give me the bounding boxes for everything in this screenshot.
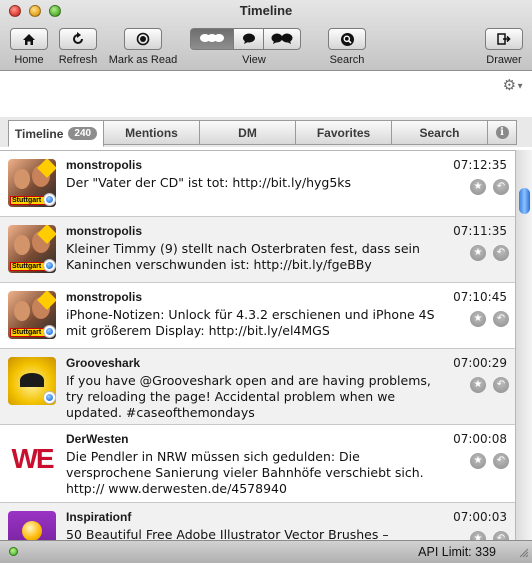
timeline-count-badge: 240 <box>68 127 98 140</box>
tweet-actions: ★ ↶ <box>470 311 509 327</box>
inspirationf-avatar[interactable] <box>8 511 56 541</box>
tab-dm[interactable]: DM <box>199 120 296 145</box>
tab-search[interactable]: Search <box>391 120 488 145</box>
timeline-scrollbar[interactable] <box>515 150 532 540</box>
tweet-text: If you have @Grooveshark open and are ha… <box>66 373 431 420</box>
tweet-time: 07:00:29 <box>453 356 507 370</box>
tweet-time: 07:12:35 <box>453 158 507 172</box>
scrollbar-thumb[interactable] <box>519 188 530 214</box>
view-single-button[interactable] <box>233 28 264 50</box>
tab-mentions[interactable]: Mentions <box>103 120 200 145</box>
view-conversation-button[interactable] <box>263 28 301 50</box>
app-window: Timeline Home Refresh Mark as Read View … <box>0 0 532 563</box>
multi-bubble-icon <box>200 34 224 42</box>
tweet-time: 07:00:03 <box>453 510 507 524</box>
reply-icon[interactable]: ↶ <box>493 377 509 393</box>
tab-mentions-label: Mentions <box>125 125 178 140</box>
tweet-username[interactable]: Grooveshark <box>66 356 140 370</box>
tab-dm-label: DM <box>238 125 257 140</box>
timeline-list: Stuttgart 21 monstropolis 07:12:35 Der "… <box>0 150 515 541</box>
unread-dot-icon <box>44 194 55 205</box>
tweet-row[interactable]: Grooveshark 07:00:29 If you have @Groove… <box>0 349 515 425</box>
compose-area[interactable]: ⚙▼ <box>0 71 532 117</box>
tweet-username[interactable]: monstropolis <box>66 224 142 238</box>
window-title: Timeline <box>239 3 293 18</box>
settings-menu-button[interactable]: ⚙▼ <box>503 76 524 94</box>
mark-read-icon <box>136 32 150 46</box>
unread-dot-icon <box>44 326 55 337</box>
search-icon <box>340 32 354 46</box>
tweet-time: 07:11:35 <box>453 224 507 238</box>
tweet-username[interactable]: monstropolis <box>66 158 142 172</box>
drawer-icon <box>497 33 511 45</box>
tweet-time: 07:10:45 <box>453 290 507 304</box>
mark-as-read-label: Mark as Read <box>108 54 178 66</box>
home-icon <box>23 33 35 45</box>
refresh-label: Refresh <box>58 54 98 66</box>
tab-timeline[interactable]: Timeline 240 <box>8 120 104 147</box>
tweet-row[interactable]: Stuttgart 21 monstropolis 07:11:35 Klein… <box>0 217 515 283</box>
tweet-username[interactable]: DerWesten <box>66 432 128 446</box>
tweet-actions: ★ ↶ <box>470 453 509 469</box>
favorite-star-icon[interactable]: ★ <box>470 453 486 469</box>
gear-icon: ⚙ <box>502 77 517 94</box>
reply-icon[interactable]: ↶ <box>493 245 509 261</box>
tab-favorites-label: Favorites <box>316 125 371 140</box>
home-label: Home <box>14 54 44 66</box>
tweet-row[interactable]: Stuttgart 21 monstropolis 07:12:35 Der "… <box>0 151 515 217</box>
conversation-icon <box>271 33 293 44</box>
tweet-username[interactable]: monstropolis <box>66 290 142 304</box>
reply-icon[interactable]: ↶ <box>493 453 509 469</box>
drawer-label: Drawer <box>486 54 522 66</box>
view-all-button[interactable] <box>190 28 234 50</box>
tab-timeline-label: Timeline <box>14 126 64 141</box>
tweet-row[interactable]: Stuttgart 21 monstropolis 07:10:45 iPhon… <box>0 283 515 349</box>
tweet-row[interactable]: WE DerWesten 07:00:08 Die Pendler in NRW… <box>0 425 515 503</box>
tab-info[interactable]: i <box>487 120 517 145</box>
favorite-star-icon[interactable]: ★ <box>470 311 486 327</box>
view-label: View <box>242 54 266 66</box>
reply-icon[interactable]: ↶ <box>493 311 509 327</box>
tweet-actions: ★ ↶ <box>470 377 509 393</box>
search-button[interactable] <box>328 28 366 50</box>
tweet-text: Kleiner Timmy (9) stellt nach Osterbrate… <box>66 241 420 272</box>
drawer-button[interactable] <box>485 28 523 50</box>
speech-bubble-icon <box>242 33 255 44</box>
refresh-icon <box>73 32 83 44</box>
favorite-star-icon[interactable]: ★ <box>470 179 486 195</box>
info-icon: i <box>495 126 509 139</box>
title-bar: Timeline Home Refresh Mark as Read View … <box>0 0 532 71</box>
tweet-text: 50 Beautiful Free Adobe Illustrator Vect… <box>66 527 389 541</box>
unread-dot-icon <box>44 260 55 271</box>
api-limit-text: API Limit: 339 <box>418 545 496 559</box>
search-label: Search <box>329 54 365 66</box>
view-segmented-control <box>190 28 301 50</box>
tab-search-label: Search <box>419 125 460 140</box>
tweet-actions: ★ ↶ <box>470 245 509 261</box>
reply-icon[interactable]: ↶ <box>493 179 509 195</box>
unread-dot-icon <box>44 392 55 403</box>
tweet-text: Die Pendler in NRW müssen sich gedulden:… <box>66 449 424 496</box>
derwesten-avatar[interactable]: WE <box>8 433 56 481</box>
tweet-row[interactable]: Inspirationf 07:00:03 50 Beautiful Free … <box>0 503 515 541</box>
tweet-actions: ★ ↶ <box>470 179 509 195</box>
status-bar: API Limit: 339 <box>0 540 532 563</box>
derwesten-logo: WE <box>11 443 54 474</box>
refresh-button[interactable] <box>59 28 97 50</box>
favorite-star-icon[interactable]: ★ <box>470 245 486 261</box>
resize-grip-icon[interactable] <box>517 546 529 558</box>
tab-bar: Timeline 240 Mentions DM Favorites Searc… <box>0 117 532 147</box>
tweet-text: iPhone-Notizen: Unlock für 4.3.2 erschie… <box>66 307 435 338</box>
connection-status-icon <box>9 547 18 556</box>
tweet-text: Der "Vater der CD" ist tot: http://bit.l… <box>66 175 352 190</box>
mark-as-read-button[interactable] <box>124 28 162 50</box>
tweet-username[interactable]: Inspirationf <box>66 510 131 524</box>
tab-favorites[interactable]: Favorites <box>295 120 392 145</box>
favorite-star-icon[interactable]: ★ <box>470 377 486 393</box>
home-button[interactable] <box>10 28 48 50</box>
tweet-time: 07:00:08 <box>453 432 507 446</box>
chevron-down-icon: ▼ <box>516 81 524 91</box>
